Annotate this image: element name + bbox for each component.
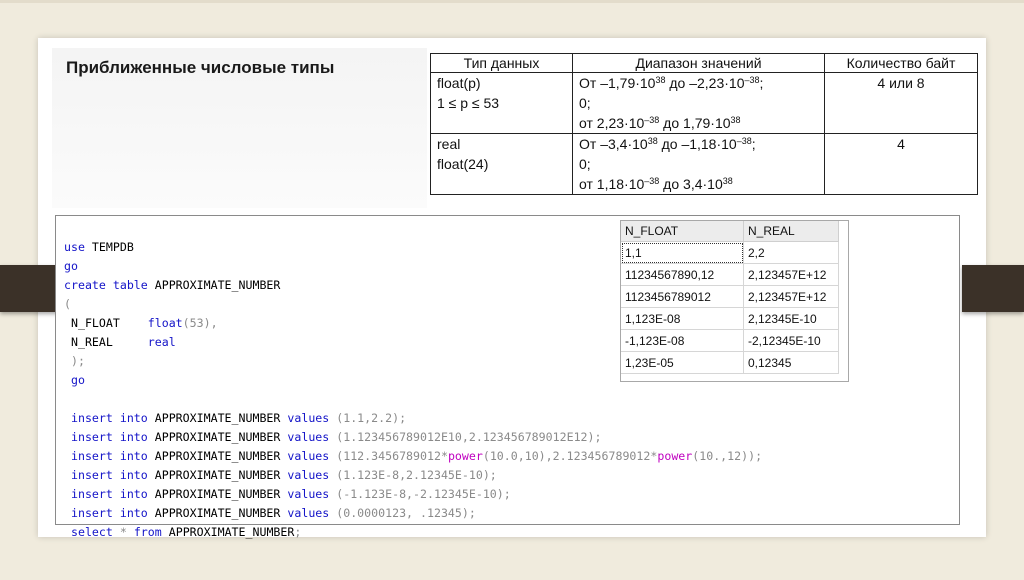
result-cell[interactable]: 1,123E-08 xyxy=(621,307,744,330)
result-cell[interactable]: -1,123E-08 xyxy=(621,329,744,352)
header-range: Диапазон значений xyxy=(572,53,825,73)
type-cell: real float(24) xyxy=(430,133,573,195)
table-row: 1123456789012 2,123457E+12 xyxy=(621,285,839,308)
right-band xyxy=(962,265,1024,312)
query-results-panel: N_FLOAT N_REAL 1,1 2,2 11234567890,12 2,… xyxy=(620,220,849,382)
table-row: 1,1 2,2 xyxy=(621,241,839,264)
column-header[interactable]: N_FLOAT xyxy=(621,221,744,242)
code-line: insert into APPROXIMATE_NUMBER values (1… xyxy=(64,430,602,444)
table-header-row: Тип данных Диапазон значений Количество … xyxy=(430,53,978,73)
bytes-cell: 4 xyxy=(824,133,978,195)
table-row: -1,123E-08 -2,12345E-10 xyxy=(621,329,839,352)
code-line: insert into APPROXIMATE_NUMBER values (1… xyxy=(64,449,763,463)
code-line: insert into APPROXIMATE_NUMBER values (0… xyxy=(64,506,476,520)
result-cell[interactable]: 2,2 xyxy=(743,241,839,264)
result-cell[interactable]: 2,123457E+12 xyxy=(743,263,839,286)
code-line: select * from APPROXIMATE_NUMBER; xyxy=(64,525,302,539)
result-cell[interactable]: 1,1 xyxy=(621,241,744,264)
result-cell[interactable]: 1123456789012 xyxy=(621,285,744,308)
table-row: 11234567890,12 2,123457E+12 xyxy=(621,263,839,286)
result-cell[interactable]: 1,23E-05 xyxy=(621,351,744,374)
table-row: float(p) 1 ≤ p ≤ 53 От –1,79·1038 до –2,… xyxy=(430,72,978,134)
result-cell[interactable]: 11234567890,12 xyxy=(621,263,744,286)
data-types-table: Тип данных Диапазон значений Количество … xyxy=(430,53,978,195)
slide-title: Приближенные числовые типы xyxy=(66,58,335,77)
code-line: insert into APPROXIMATE_NUMBER values (-… xyxy=(64,487,511,501)
left-band xyxy=(0,265,60,312)
result-cell[interactable]: 2,12345E-10 xyxy=(743,307,839,330)
code-line: insert into APPROXIMATE_NUMBER values (1… xyxy=(64,468,497,482)
column-header[interactable]: N_REAL xyxy=(743,221,839,242)
results-header-row: N_FLOAT N_REAL xyxy=(621,221,839,242)
result-cell[interactable]: 0,12345 xyxy=(743,351,839,374)
table-row: 1,123E-08 2,12345E-10 xyxy=(621,307,839,330)
type-cell: float(p) 1 ≤ p ≤ 53 xyxy=(430,72,573,134)
result-cell[interactable]: -2,12345E-10 xyxy=(743,329,839,352)
results-grid: N_FLOAT N_REAL 1,1 2,2 11234567890,12 2,… xyxy=(621,221,839,374)
table-row: real float(24) От –3,4·1038 до –1,18·10–… xyxy=(430,133,978,195)
result-cell[interactable]: 2,123457E+12 xyxy=(743,285,839,308)
table-row: 1,23E-05 0,12345 xyxy=(621,351,839,374)
bytes-cell: 4 или 8 xyxy=(824,72,978,134)
header-bytes: Количество байт xyxy=(824,53,978,73)
code-line: insert into APPROXIMATE_NUMBER values (1… xyxy=(64,411,407,425)
header-type: Тип данных xyxy=(430,53,573,73)
range-cell: От –3,4·1038 до –1,18·10–38; 0; от 1,18·… xyxy=(572,133,825,195)
range-cell: От –1,79·1038 до –2,23·10–38; 0; от 2,23… xyxy=(572,72,825,134)
paper-edge xyxy=(0,0,1024,3)
